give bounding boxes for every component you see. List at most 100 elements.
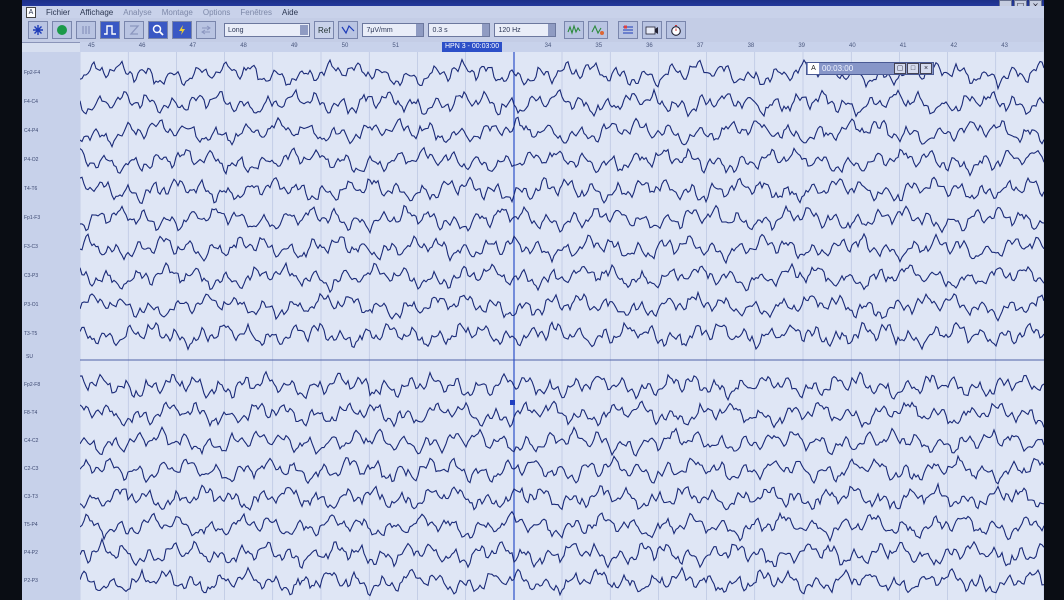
app-icon: A [26, 6, 36, 18]
asterisk-button[interactable] [28, 21, 48, 39]
menu-options[interactable]: Options [203, 8, 231, 17]
channel-label: F4-C4 [24, 99, 38, 105]
timer-close-button[interactable]: × [920, 63, 932, 74]
menu-fenetres[interactable]: Fenêtres [240, 8, 272, 17]
marker-wave-icon [591, 24, 605, 35]
square-wave-icon [104, 25, 116, 35]
menu-bar: A Fichier Affichage Analyse Montage Opti… [22, 6, 1044, 18]
ruler-tick-label: 51 [392, 43, 400, 49]
timer-button[interactable] [666, 21, 687, 39]
menu-affichage[interactable]: Affichage [80, 8, 113, 17]
ruler-tick-label: 49 [290, 43, 298, 49]
lightning-icon [179, 25, 185, 35]
separator-label: SU [26, 354, 33, 360]
sensitivity-stepper[interactable]: 7μV/mm [362, 23, 425, 37]
record-button[interactable] [52, 21, 72, 39]
toolbar: Long Ref 7μV/mm 0.3 s 120 Hz [22, 18, 1044, 43]
channel-label-column: Fp2-F4 F4-C4 C4-P4 P4-O2 T4-T6 Fp1-F3 F3-C3 C3-… [22, 52, 81, 600]
spin-arrows-icon[interactable] [482, 24, 490, 36]
channel-label: T3-T5 [24, 331, 38, 337]
channel-label: Fp1-F3 [24, 215, 41, 221]
spike-detect-button[interactable] [564, 21, 585, 39]
menu-analyse[interactable]: Analyse [123, 8, 151, 17]
eeg-traces [80, 52, 1044, 600]
time-ruler: 45 46 47 48 49 50 51 34 35 36 37 38 39 40 41 42 43 [80, 42, 1044, 52]
channel-label: T4-T6 [24, 186, 38, 192]
spike-wave-icon [567, 24, 581, 35]
high-filter-value: 120 Hz [498, 26, 521, 34]
pause-button[interactable] [76, 21, 96, 39]
ruler-tick-label: 38 [747, 43, 755, 49]
channel-swap-button[interactable] [196, 21, 216, 39]
sensitivity-value: 7μV/mm [366, 26, 393, 34]
timer-value: 00:03:00 [822, 64, 854, 73]
ruler-tick-label: 42 [950, 43, 958, 49]
ruler-tick-label: 48 [240, 43, 247, 49]
channel-label: Fp2-F4 [24, 70, 41, 76]
channel-label: P4-O2 [24, 157, 39, 163]
high-filter-stepper[interactable]: 120 Hz [494, 23, 557, 37]
ruler-tick-label: 40 [849, 43, 856, 49]
bars-icon [82, 26, 90, 34]
channel-label: C2-C3 [24, 466, 39, 472]
v-wave-icon [341, 24, 355, 35]
swap-icon [201, 25, 211, 35]
channel-label: F3-C3 [24, 244, 38, 250]
channel-label: C3-P3 [24, 273, 39, 279]
channel-label: C4-C2 [24, 438, 39, 444]
lightning-button[interactable] [172, 21, 192, 39]
ruler-tick-label: 37 [696, 43, 704, 49]
spike-marker-button[interactable] [588, 21, 609, 39]
spin-arrows-icon[interactable] [416, 24, 424, 36]
ruler-tick-label: 36 [646, 43, 653, 49]
ruler-tick-label: 47 [189, 43, 197, 49]
chevron-down-icon [300, 25, 308, 35]
camera-icon [646, 26, 659, 35]
ruler-tick-label: 39 [798, 43, 805, 49]
ruler-tick-label: 41 [899, 43, 907, 49]
channel-config-button[interactable] [618, 21, 639, 39]
channel-label: Fp2-F8 [24, 382, 41, 388]
channel-label: P3-O1 [24, 302, 39, 308]
timer-window-controls: ▢ □ × [894, 63, 933, 74]
timer-app-icon: A [808, 63, 819, 74]
ruler-tick-label: 46 [138, 43, 146, 49]
eeg-application-window: _ □ × A Fichier Affichage Analyse Montag… [22, 0, 1044, 600]
channel-label: P4-P2 [24, 550, 38, 556]
magnifier-icon [152, 24, 164, 36]
stopwatch-icon [671, 25, 682, 36]
channel-label: C4-P4 [24, 128, 39, 134]
event-marker-label[interactable]: HPN 3 - 00:03:00 [442, 42, 503, 52]
channel-label: C3-T3 [24, 494, 38, 500]
montage-value: Long [228, 26, 244, 34]
channel-label: F8-T4 [24, 410, 38, 416]
timer-maximize-button[interactable]: □ [907, 63, 919, 74]
time-constant-stepper[interactable]: 0.3 s [428, 23, 491, 37]
asterisk-icon [33, 25, 43, 35]
montage-select[interactable]: Long [224, 23, 310, 37]
cursor-handle[interactable] [510, 400, 515, 405]
waveform-button[interactable] [338, 21, 359, 39]
ruler-tick-label: 45 [88, 43, 95, 49]
channel-label: P2-P3 [24, 578, 38, 584]
timer-window[interactable]: A 00:03:00 ▢ □ × [806, 62, 934, 75]
zoom-button[interactable] [148, 21, 168, 39]
menu-fichier[interactable]: Fichier [46, 8, 70, 17]
menu-montage[interactable]: Montage [162, 8, 193, 17]
video-button[interactable] [642, 21, 663, 39]
ruler-tick-label: 34 [544, 43, 552, 49]
pulse-button[interactable] [100, 21, 120, 39]
timer-restore-button[interactable]: ▢ [894, 63, 906, 74]
zeta-button[interactable] [124, 21, 144, 39]
eeg-trace-area[interactable] [80, 52, 1044, 600]
menu-aide[interactable]: Aide [282, 8, 298, 17]
channel-label: T5-P4 [24, 522, 38, 528]
ruler-tick-label: 35 [595, 43, 603, 49]
zeta-icon [129, 25, 140, 35]
ruler-tick-label: 50 [341, 43, 349, 49]
time-constant-value: 0.3 s [432, 26, 448, 34]
sliders-icon [623, 25, 634, 34]
circle-icon [57, 25, 67, 35]
ref-button[interactable]: Ref [314, 21, 335, 39]
spin-arrows-icon[interactable] [548, 24, 556, 36]
